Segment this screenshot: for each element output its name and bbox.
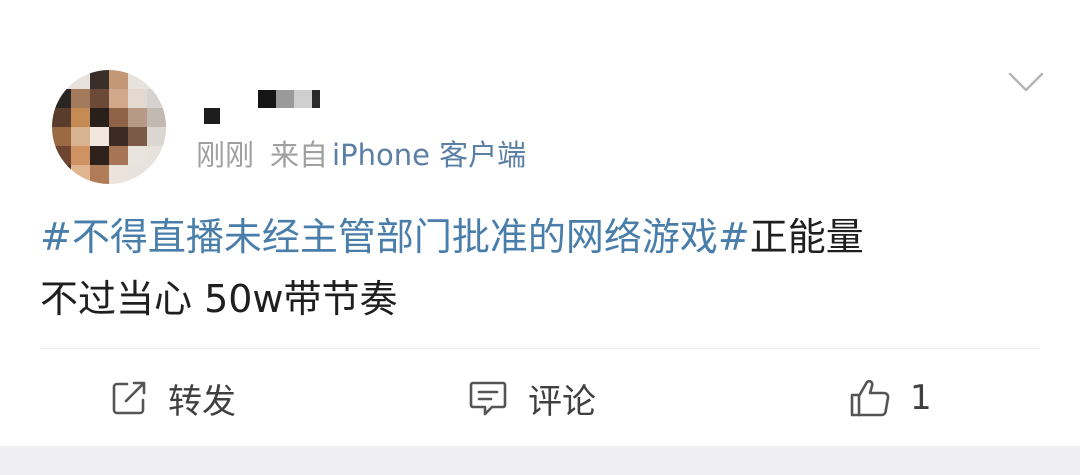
source-prefix: 来自 [270,138,329,172]
source-link[interactable]: iPhone 客户端 [332,138,526,172]
repost-label: 转发 [168,381,236,422]
post-meta: 刚刚 来自 iPhone 客户端 [196,137,526,173]
like-count: 1 [910,378,932,418]
divider [40,348,1040,349]
chevron-down-icon[interactable] [1008,70,1044,94]
hashtag-link[interactable]: #不得直播未经主管部门批准的网络游戏# [40,215,750,259]
post-content: #不得直播未经主管部门批准的网络游戏#正能量 不过当心 50w带节奏 [40,206,1040,330]
weibo-post-card: 刚刚 来自 iPhone 客户端 #不得直播未经主管部门批准的网络游戏#正能量 不过… [0,0,1080,446]
thumbs-up-icon [850,379,890,417]
like-button[interactable]: 1 [848,370,932,426]
post-line-2: 不过当心 50w带节奏 [40,277,398,321]
avatar[interactable] [52,70,166,184]
comment-button[interactable]: 评论 [468,370,596,426]
repost-button[interactable]: 转发 [110,370,236,426]
comment-icon [469,381,507,416]
share-square-icon [112,381,146,415]
post-time: 刚刚 [196,138,255,172]
comment-label: 评论 [528,381,596,422]
post-text-after-tag: 正能量 [749,215,864,259]
username-redacted[interactable] [200,88,320,128]
post-line-1: #不得直播未经主管部门批准的网络游戏#正能量 [40,206,1040,268]
